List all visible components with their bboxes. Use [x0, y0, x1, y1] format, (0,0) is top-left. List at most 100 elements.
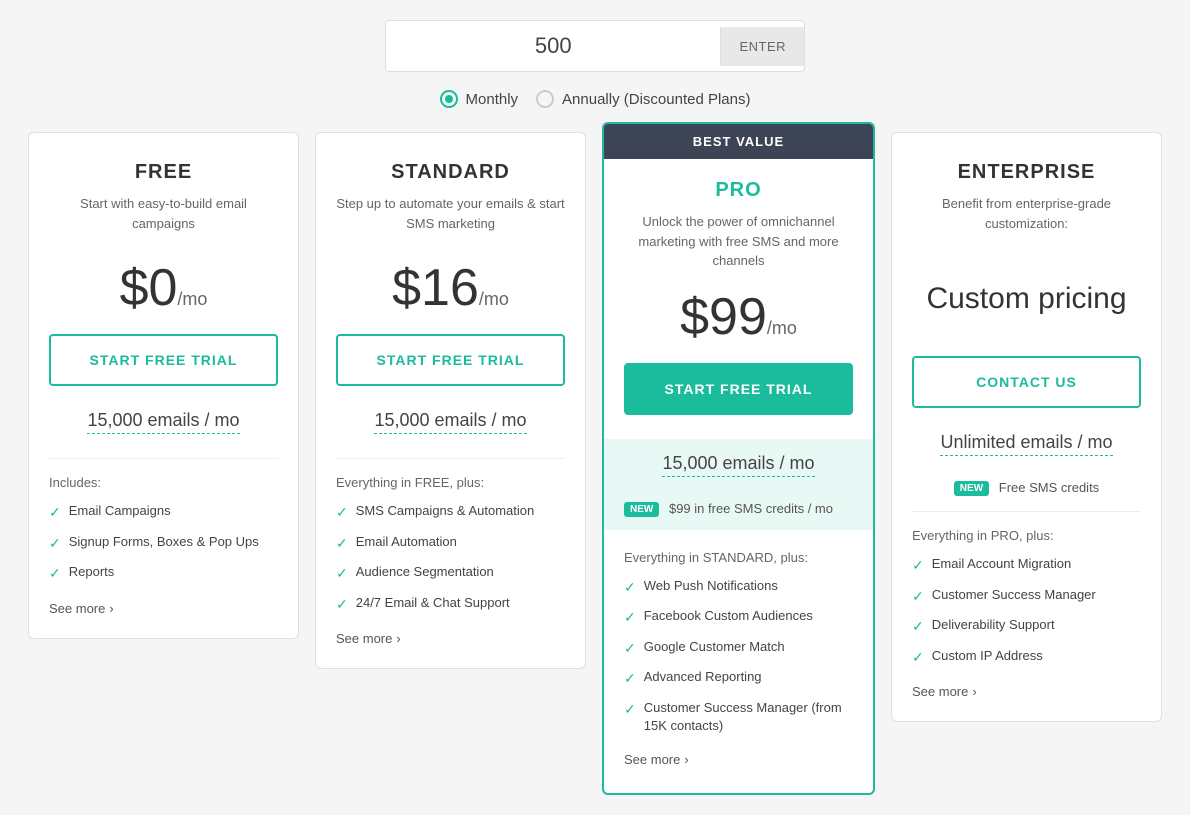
- plan-standard-desc: Step up to automate your emails & start …: [336, 194, 565, 242]
- list-item: ✓Web Push Notifications: [624, 577, 853, 598]
- plan-pro-cta[interactable]: START FREE TRIAL: [624, 363, 853, 415]
- plans-container: FREE Start with easy-to-build email camp…: [20, 132, 1170, 795]
- plan-pro-desc: Unlock the power of omnichannel marketin…: [624, 212, 853, 271]
- plan-standard-cta[interactable]: START FREE TRIAL: [336, 334, 565, 386]
- plan-standard-emails: 15,000 emails / mo: [336, 410, 565, 442]
- divider: [912, 511, 1141, 512]
- plan-free-name: FREE: [49, 161, 278, 184]
- plan-pro-price: $99/mo: [624, 291, 853, 343]
- plan-pro-price-mo: /mo: [767, 318, 797, 338]
- plan-enterprise-see-more[interactable]: See more ›: [912, 684, 977, 699]
- contacts-input-row: ENTER: [385, 20, 805, 72]
- list-item: ✓Customer Success Manager (from 15K cont…: [624, 699, 853, 735]
- new-badge: NEW: [624, 502, 659, 517]
- plan-enterprise-emails-amount: Unlimited emails / mo: [940, 432, 1112, 456]
- plan-pro: BEST VALUE PRO Unlock the power of omnic…: [602, 122, 875, 795]
- plan-pro-see-more[interactable]: See more ›: [624, 752, 689, 767]
- check-icon: ✓: [624, 578, 636, 598]
- check-icon: ✓: [336, 595, 348, 615]
- monthly-radio[interactable]: [440, 90, 458, 108]
- check-icon: ✓: [624, 639, 636, 659]
- plan-standard: STANDARD Step up to automate your emails…: [315, 132, 586, 669]
- check-icon: ✓: [912, 617, 924, 637]
- contacts-input[interactable]: [386, 21, 720, 71]
- check-icon: ✓: [624, 700, 636, 720]
- plan-standard-price: $16/mo: [336, 262, 565, 314]
- check-icon: ✓: [912, 648, 924, 668]
- plan-free-desc: Start with easy-to-build email campaigns: [49, 194, 278, 242]
- plan-standard-name: STANDARD: [336, 161, 565, 184]
- list-item: ✓Audience Segmentation: [336, 563, 565, 584]
- new-badge: NEW: [954, 481, 989, 496]
- plan-free: FREE Start with easy-to-build email camp…: [28, 132, 299, 639]
- chevron-right-icon: ›: [972, 684, 976, 699]
- plan-standard-price-amount: $16: [392, 259, 479, 317]
- plan-enterprise-custom-pricing: Custom pricing: [912, 262, 1141, 336]
- plan-pro-sms-credits: NEW $99 in free SMS credits / mo: [624, 501, 853, 516]
- plan-free-emails: 15,000 emails / mo: [49, 410, 278, 442]
- list-item: ✓Email Campaigns: [49, 502, 278, 523]
- enter-button[interactable]: ENTER: [720, 27, 804, 66]
- list-item: ✓Customer Success Manager: [912, 586, 1141, 607]
- list-item: ✓Facebook Custom Audiences: [624, 607, 853, 628]
- divider: [49, 458, 278, 459]
- list-item: ✓Reports: [49, 563, 278, 584]
- list-item: ✓Google Customer Match: [624, 638, 853, 659]
- plan-pro-features: ✓Web Push Notifications ✓Facebook Custom…: [624, 577, 853, 736]
- chevron-right-icon: ›: [396, 631, 400, 646]
- plan-standard-see-more[interactable]: See more ›: [336, 631, 401, 646]
- check-icon: ✓: [336, 534, 348, 554]
- plan-free-see-more[interactable]: See more ›: [49, 601, 114, 616]
- plan-free-price-mo: /mo: [177, 289, 207, 309]
- plan-enterprise: ENTERPRISE Benefit from enterprise-grade…: [891, 132, 1162, 722]
- plan-free-price: $0/mo: [49, 262, 278, 314]
- check-icon: ✓: [49, 564, 61, 584]
- list-item: ✓Custom IP Address: [912, 647, 1141, 668]
- check-icon: ✓: [912, 556, 924, 576]
- plan-free-price-amount: $0: [120, 259, 178, 317]
- list-item: ✓24/7 Email & Chat Support: [336, 594, 565, 615]
- plan-pro-name: PRO: [624, 179, 853, 202]
- check-icon: ✓: [49, 534, 61, 554]
- annually-radio[interactable]: [536, 90, 554, 108]
- check-icon: ✓: [624, 608, 636, 628]
- plan-free-includes: Includes:: [49, 475, 278, 490]
- plan-enterprise-name: ENTERPRISE: [912, 161, 1141, 184]
- plan-pro-includes: Everything in STANDARD, plus:: [624, 550, 853, 565]
- plan-enterprise-includes: Everything in PRO, plus:: [912, 528, 1141, 543]
- monthly-option[interactable]: Monthly: [440, 90, 519, 108]
- divider: [336, 458, 565, 459]
- billing-toggle: Monthly Annually (Discounted Plans): [440, 90, 751, 108]
- plan-free-features: ✓Email Campaigns ✓Signup Forms, Boxes & …: [49, 502, 278, 584]
- check-icon: ✓: [336, 564, 348, 584]
- top-section: ENTER Monthly Annually (Discounted Plans…: [20, 20, 1170, 108]
- annually-option[interactable]: Annually (Discounted Plans): [536, 90, 750, 108]
- plan-enterprise-emails: Unlimited emails / mo: [912, 432, 1141, 464]
- plan-enterprise-desc: Benefit from enterprise-grade customizat…: [912, 194, 1141, 242]
- plan-standard-emails-amount: 15,000 emails / mo: [374, 410, 526, 434]
- chevron-right-icon: ›: [684, 752, 688, 767]
- plan-enterprise-sms: NEW Free SMS credits: [912, 480, 1141, 495]
- annually-label: Annually (Discounted Plans): [562, 91, 750, 108]
- plan-pro-emails: 15,000 emails / mo: [624, 453, 853, 485]
- check-icon: ✓: [49, 503, 61, 523]
- plan-enterprise-features: ✓Email Account Migration ✓Customer Succe…: [912, 555, 1141, 667]
- list-item: ✓Deliverability Support: [912, 616, 1141, 637]
- plan-pro-price-amount: $99: [680, 288, 767, 346]
- monthly-label: Monthly: [466, 91, 519, 108]
- list-item: ✓Email Account Migration: [912, 555, 1141, 576]
- list-item: ✓Signup Forms, Boxes & Pop Ups: [49, 533, 278, 554]
- plan-pro-emails-amount: 15,000 emails / mo: [662, 453, 814, 477]
- plan-standard-includes: Everything in FREE, plus:: [336, 475, 565, 490]
- check-icon: ✓: [336, 503, 348, 523]
- chevron-right-icon: ›: [109, 601, 113, 616]
- plan-enterprise-cta[interactable]: CONTACT US: [912, 356, 1141, 408]
- plan-standard-price-mo: /mo: [479, 289, 509, 309]
- list-item: ✓Email Automation: [336, 533, 565, 554]
- list-item: ✓SMS Campaigns & Automation: [336, 502, 565, 523]
- plan-pro-emails-highlight: 15,000 emails / mo NEW $99 in free SMS c…: [604, 439, 873, 530]
- plan-free-cta[interactable]: START FREE TRIAL: [49, 334, 278, 386]
- plan-free-emails-amount: 15,000 emails / mo: [87, 410, 239, 434]
- best-value-badge: BEST VALUE: [604, 124, 873, 159]
- plan-standard-features: ✓SMS Campaigns & Automation ✓Email Autom…: [336, 502, 565, 614]
